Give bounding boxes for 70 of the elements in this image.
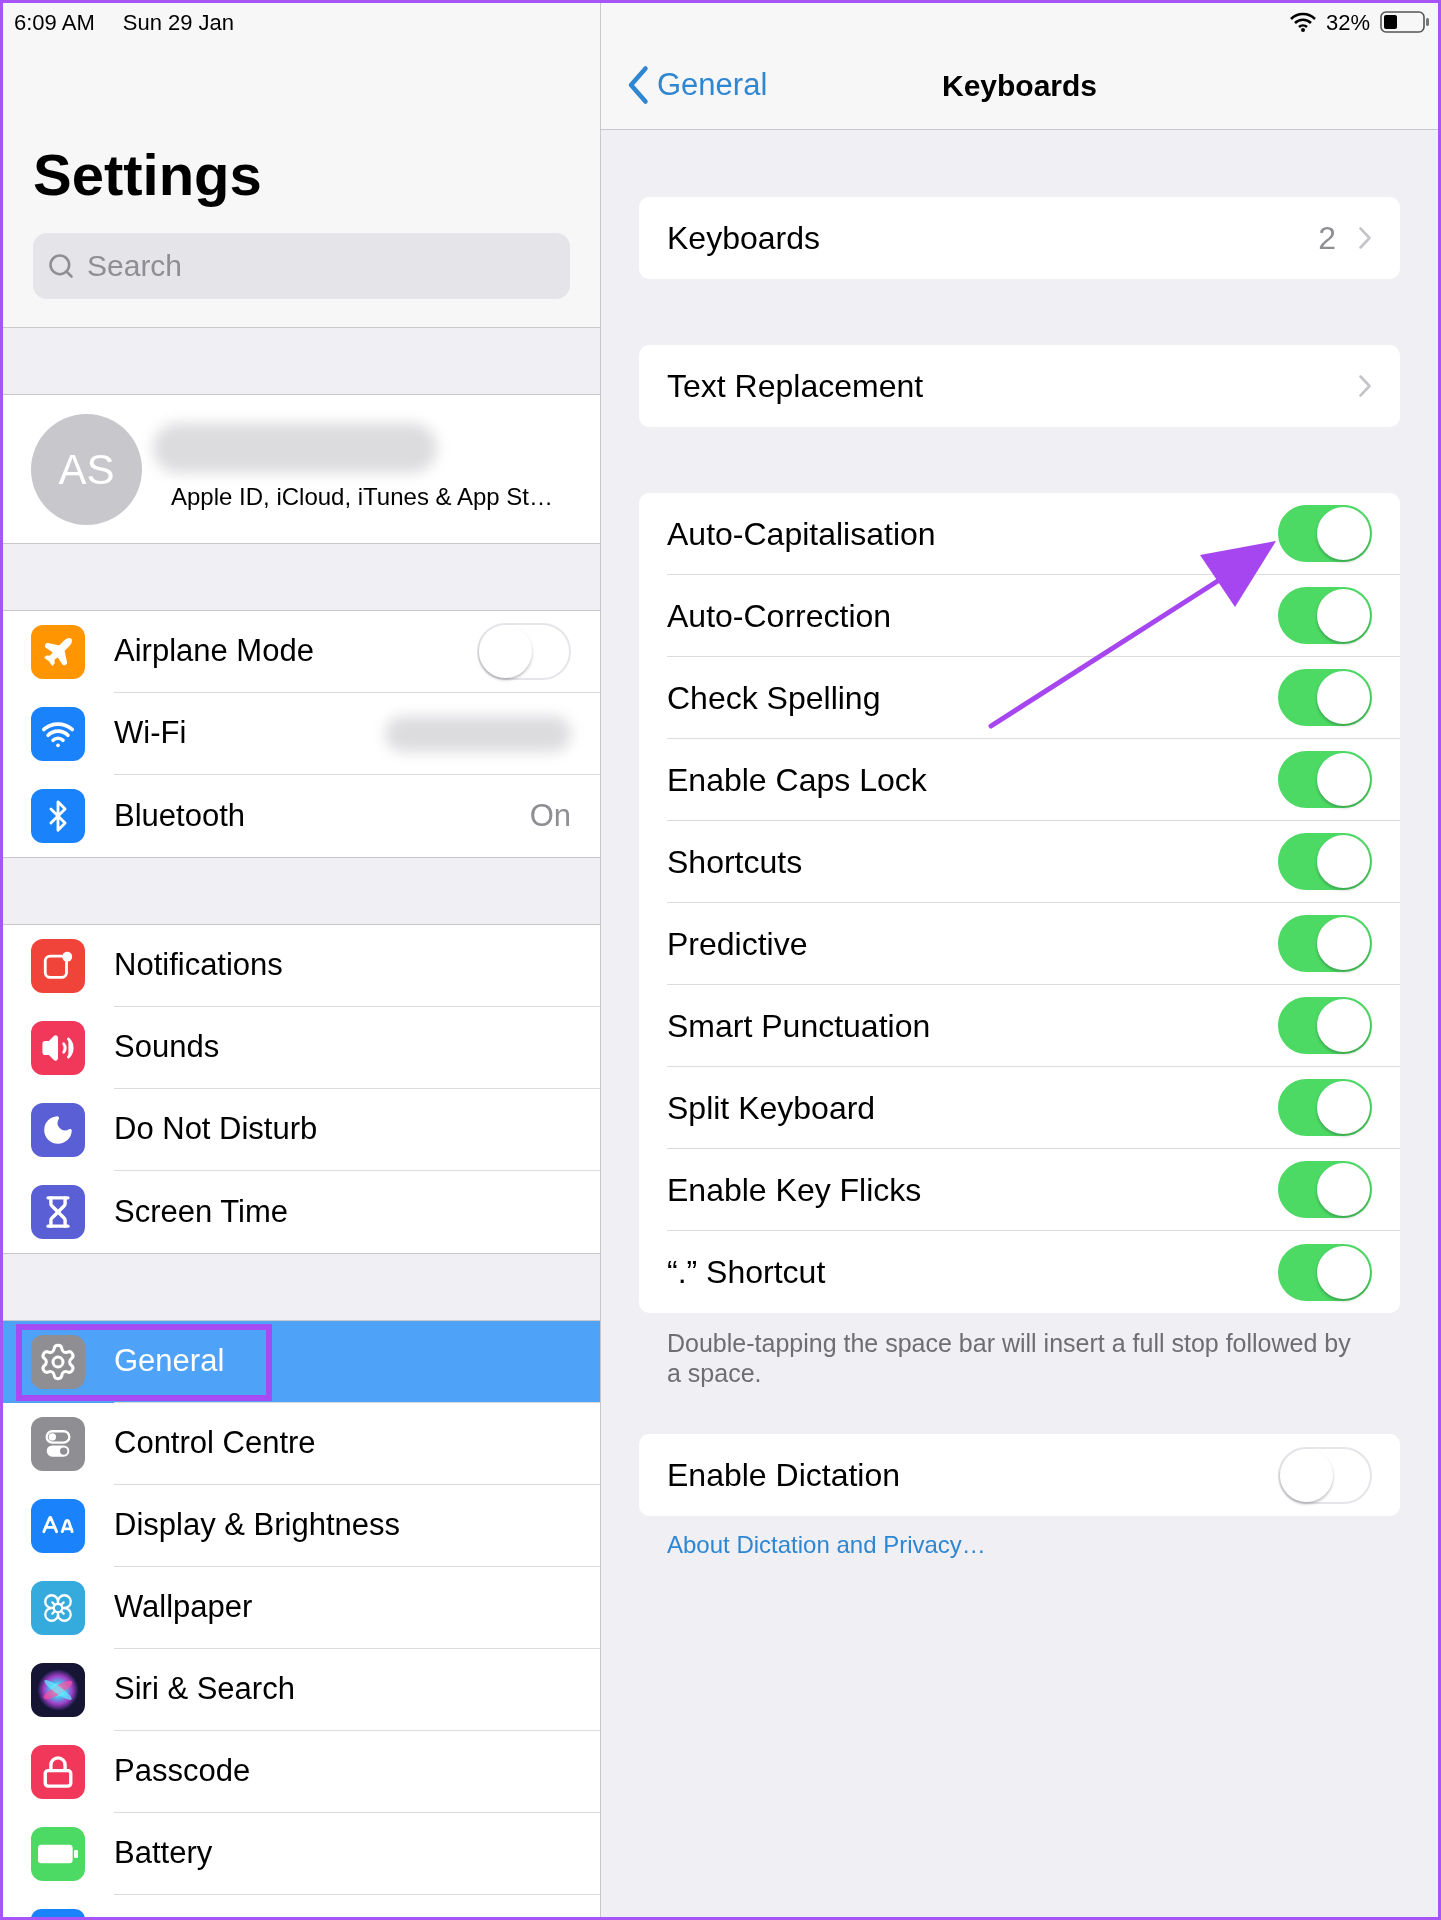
back-button[interactable]: General — [627, 61, 768, 109]
setting-label: Enable Key Flicks — [667, 1170, 922, 1210]
sidebar-item[interactable]: Airplane Mode — [3, 611, 600, 693]
battery-percent: 32% — [1325, 8, 1370, 37]
setting-label: Shortcuts — [667, 842, 803, 882]
setting-label: Auto-Correction — [667, 596, 892, 636]
flower-icon — [31, 1581, 85, 1635]
sidebar-item[interactable]: Battery — [3, 1813, 600, 1895]
account-row[interactable]: AS Apple ID, iCloud, iTunes & App St… — [3, 394, 600, 544]
chevron-left-icon — [627, 65, 649, 105]
toggle-switch[interactable] — [1278, 751, 1372, 808]
toggle-switch[interactable] — [1278, 1243, 1372, 1301]
sidebar-item[interactable]: Passcode — [3, 1731, 600, 1813]
speaker-icon — [31, 1021, 85, 1075]
setting-label: Smart Punctuation — [667, 1006, 931, 1046]
toggle-switch[interactable] — [1278, 587, 1372, 644]
lock-icon — [31, 1745, 85, 1799]
setting-label: Split Keyboard — [667, 1088, 876, 1128]
sidebar-item[interactable]: Screen Time — [3, 1171, 600, 1253]
switches-icon — [31, 1417, 85, 1471]
hourglass-icon — [31, 1185, 85, 1239]
setting-label: Enable Dictation — [667, 1456, 901, 1495]
bluetooth-icon — [31, 789, 85, 843]
sidebar-item[interactable] — [3, 1895, 600, 1917]
page-title: Settings — [33, 141, 262, 209]
app-icon — [31, 1909, 85, 1917]
footer-note: Double-tapping the space bar will insert a full stop followed by a space. — [666, 1328, 1352, 1388]
setting-label: Auto-Capitalisation — [667, 514, 936, 554]
toggle-switch[interactable] — [1278, 997, 1372, 1054]
text-size-icon — [31, 1499, 85, 1553]
toggle-switch[interactable] — [1278, 669, 1372, 726]
setting-label: Check Spelling — [667, 678, 881, 718]
disclosure-row[interactable]: Keyboards 2 — [639, 197, 1400, 279]
toggle-switch[interactable] — [1278, 833, 1372, 890]
orb-icon — [31, 1663, 85, 1717]
sidebar-item[interactable]: Sounds — [3, 1007, 600, 1089]
sidebar-item[interactable]: Wallpaper — [3, 1567, 600, 1649]
settings-icon — [31, 1335, 85, 1389]
status-value: On — [529, 796, 571, 835]
nav-title: Keyboards — [941, 67, 1098, 104]
toggle-switch[interactable] — [1278, 1079, 1372, 1136]
battery-icon — [1380, 11, 1430, 33]
chevron-right-icon — [1358, 226, 1372, 250]
wifi-icon — [1289, 12, 1316, 32]
sidebar-item[interactable]: Bluetooth On — [3, 775, 600, 857]
avatar: AS — [31, 413, 142, 525]
airplane-icon — [31, 625, 85, 679]
chevron-right-icon — [1358, 374, 1372, 398]
count-value: 2 — [1318, 219, 1336, 258]
sidebar-item[interactable]: Siri & Search — [3, 1649, 600, 1731]
status-time: 6:09 AM — [14, 8, 95, 37]
search-field[interactable]: Search — [33, 233, 570, 299]
wifi-icon — [31, 707, 85, 761]
status-date: Sun 29 Jan — [122, 8, 235, 37]
battery-icon — [31, 1827, 85, 1881]
notification-square-icon — [31, 939, 85, 993]
sidebar-item[interactable]: Do Not Disturb — [3, 1089, 600, 1171]
disclosure-row[interactable]: Text Replacement — [639, 345, 1400, 427]
sidebar-item[interactable]: Control Centre — [3, 1403, 600, 1485]
sidebar-item[interactable]: Display & Brightness — [3, 1485, 600, 1567]
setting-label: “.” Shortcut — [667, 1253, 826, 1292]
search-icon — [47, 252, 75, 280]
setting-label: Predictive — [667, 924, 808, 964]
toggle-switch[interactable] — [1278, 1161, 1372, 1218]
moon-icon — [31, 1103, 85, 1157]
sidebar-item[interactable]: Wi-Fi — [3, 693, 600, 775]
toggle-switch[interactable] — [1278, 915, 1372, 972]
toggle-switch[interactable] — [1278, 505, 1372, 562]
sidebar-item[interactable]: Notifications — [3, 925, 600, 1007]
setting-label: Enable Caps Lock — [667, 760, 927, 800]
